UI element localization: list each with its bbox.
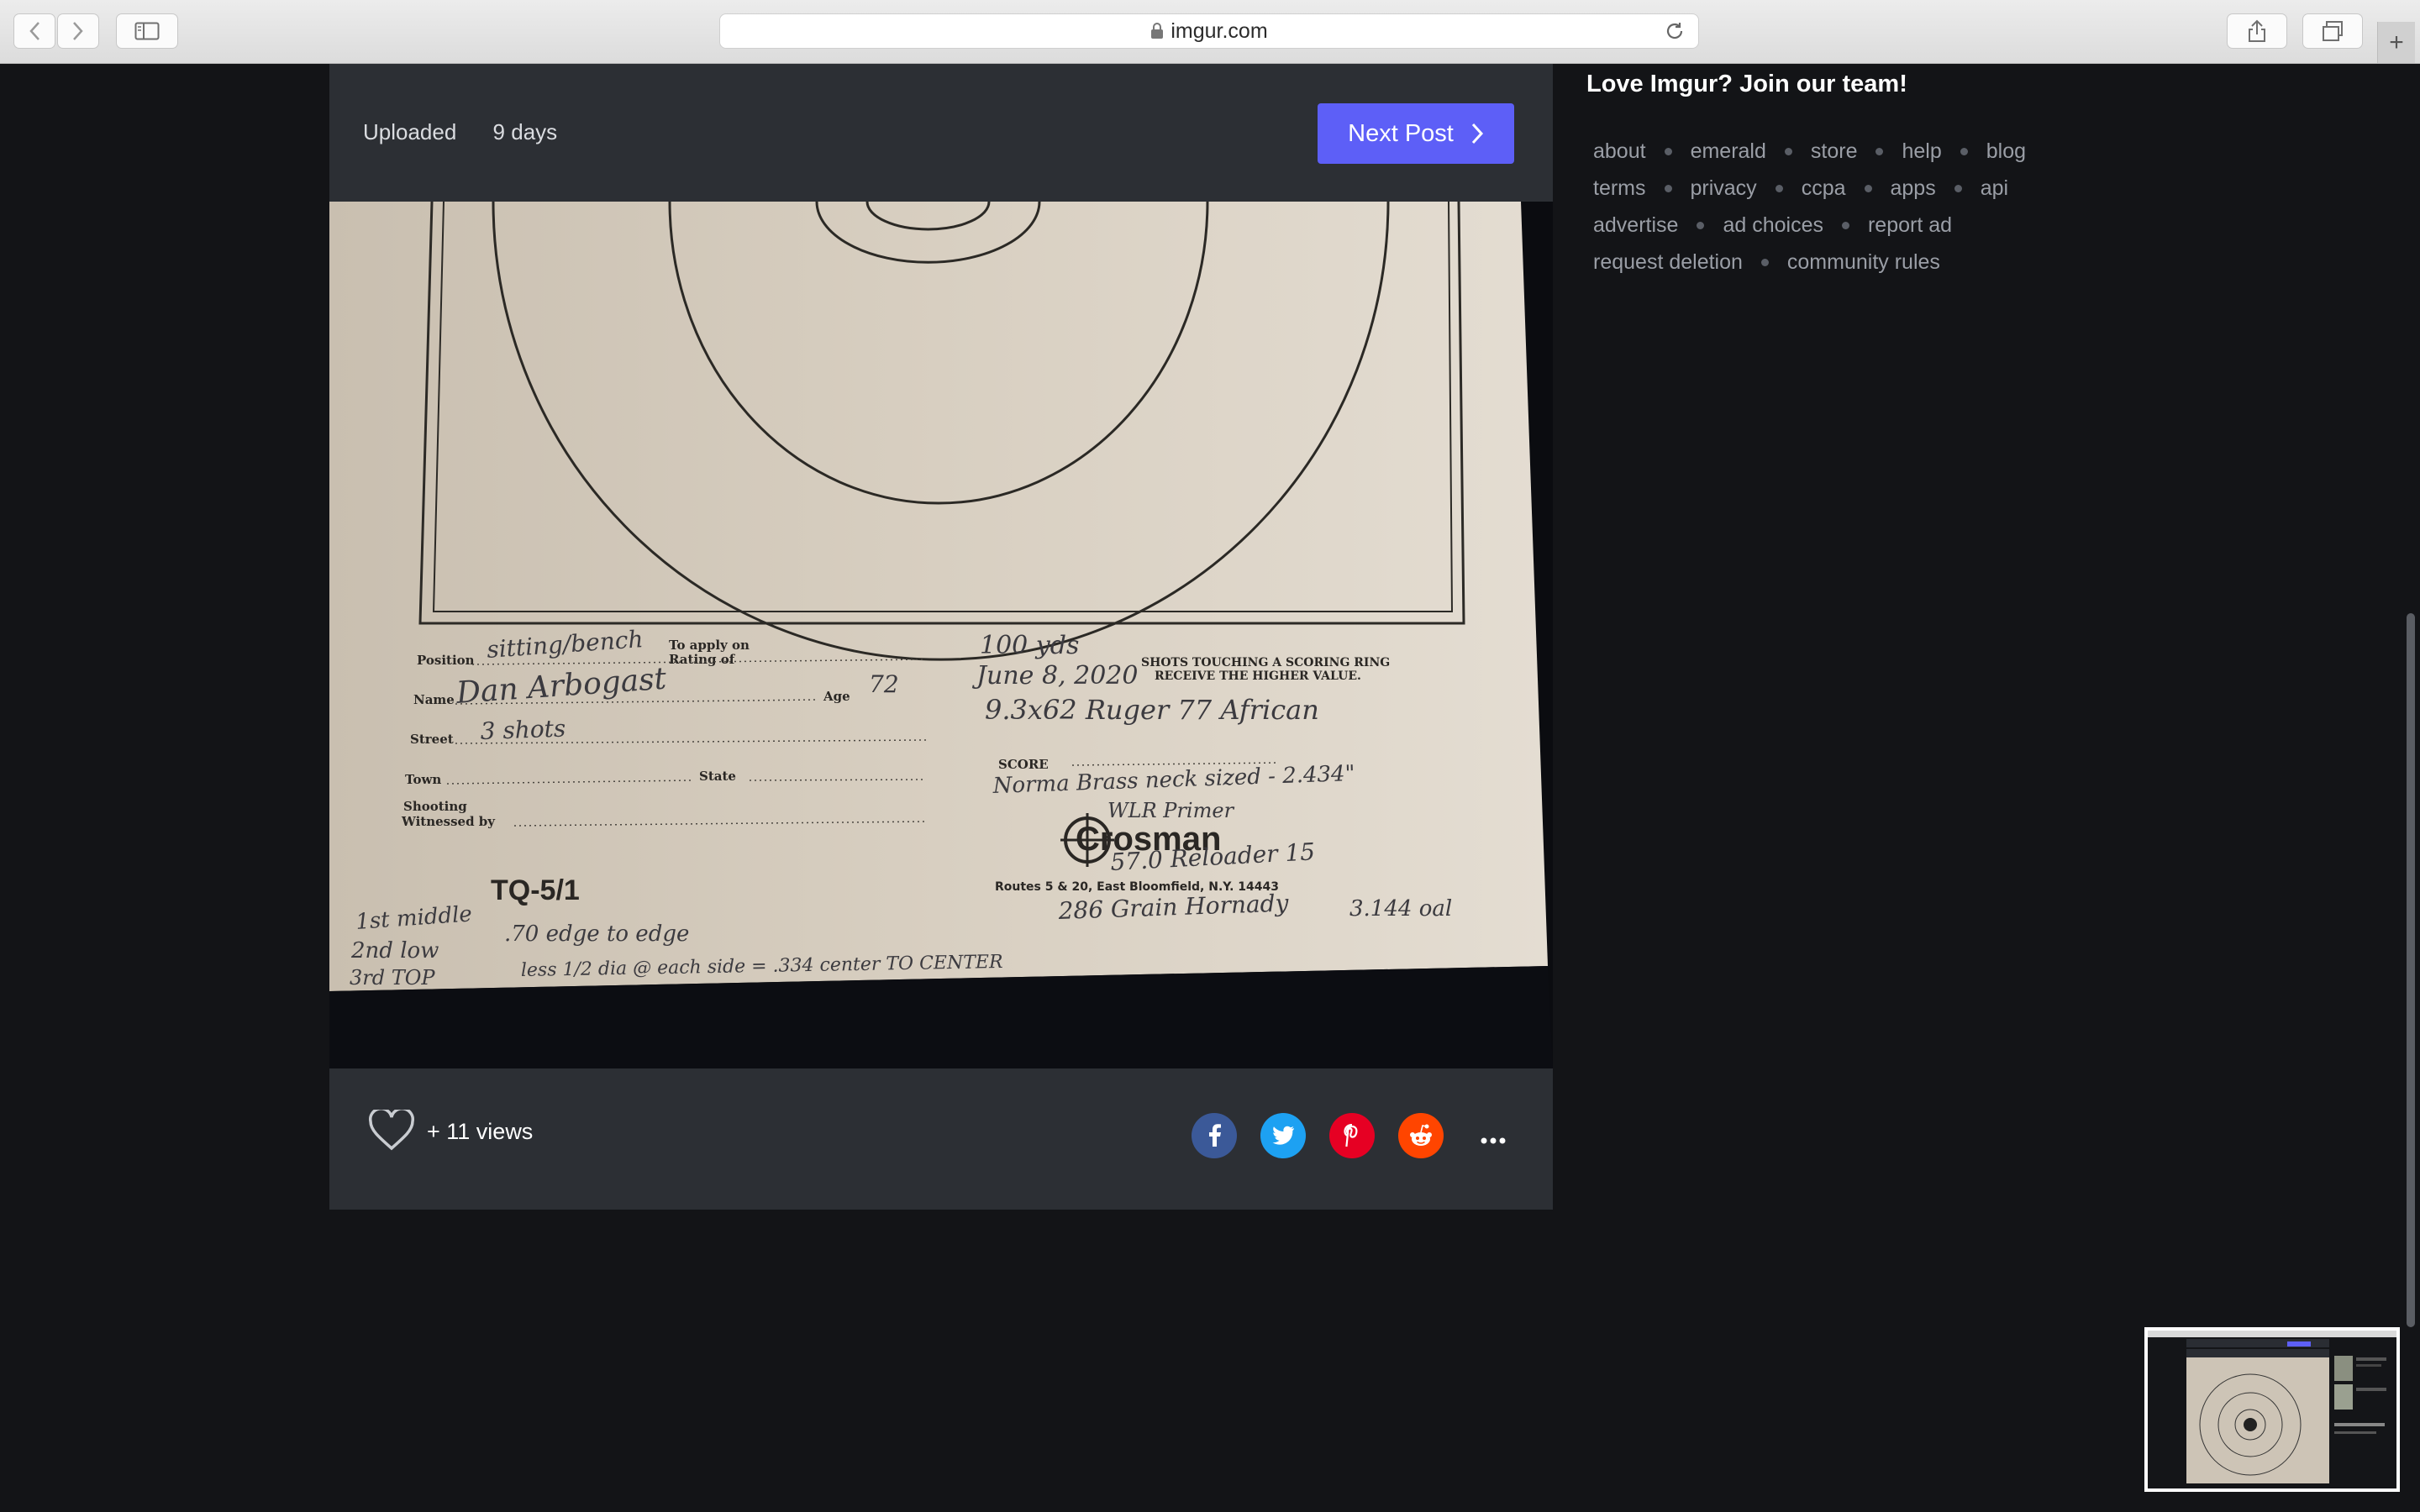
position-label: Position xyxy=(417,653,475,668)
facebook-icon xyxy=(1209,1124,1221,1147)
chevron-right-icon xyxy=(73,22,83,40)
footer-links-row: terms privacy ccpa apps api xyxy=(1593,170,2026,207)
post-meta: Uploaded 9 days xyxy=(363,119,557,145)
witnessed-label: Witnessed by xyxy=(401,814,496,829)
link-report-ad[interactable]: report ad xyxy=(1868,213,1952,238)
uploaded-age: 9 days xyxy=(492,119,558,144)
target-sheet-photo: Position To apply on Rating of Name Age … xyxy=(329,202,1553,1068)
link-separator xyxy=(1697,221,1705,229)
new-tab-button[interactable]: + xyxy=(2377,22,2415,63)
oal-value: 3.144 oal xyxy=(1349,896,1452,921)
link-advertise[interactable]: advertise xyxy=(1593,213,1678,238)
link-terms[interactable]: terms xyxy=(1593,176,1646,201)
street-label: Street xyxy=(410,732,454,747)
form-code: TQ-5/1 xyxy=(491,874,580,906)
ellipsis-icon xyxy=(1481,1137,1506,1144)
shot-note-3: 3rd TOP xyxy=(350,966,435,990)
facebook-share-button[interactable] xyxy=(1192,1113,1237,1158)
reload-icon[interactable] xyxy=(1665,21,1685,47)
sidebar-toggle-button[interactable] xyxy=(116,13,178,49)
pinterest-share-button[interactable] xyxy=(1329,1113,1375,1158)
post-footer: + 11 views xyxy=(329,1068,1553,1210)
chevron-left-icon xyxy=(29,22,39,40)
rating-label: Rating of xyxy=(669,652,736,667)
sidebar-icon xyxy=(134,22,160,40)
forward-button[interactable] xyxy=(57,13,99,49)
shooting-label: Shooting xyxy=(403,799,467,814)
state-label: State xyxy=(699,769,736,784)
link-separator xyxy=(1784,147,1792,155)
link-separator xyxy=(1864,184,1872,192)
link-store[interactable]: store xyxy=(1811,139,1858,164)
link-apps[interactable]: apps xyxy=(1891,176,1936,201)
thumbnail-preview-image xyxy=(2148,1331,2396,1488)
name-label: Name xyxy=(413,692,455,707)
next-post-button[interactable]: Next Post xyxy=(1318,103,1514,164)
heart-icon[interactable] xyxy=(368,1110,415,1152)
share-icon xyxy=(2249,19,2265,42)
rifle-value: 9.3x62 Ruger 77 African xyxy=(985,694,1319,726)
link-privacy[interactable]: privacy xyxy=(1691,176,1757,201)
link-separator xyxy=(1664,147,1672,155)
date-value: June 8, 2020 xyxy=(971,661,1138,690)
link-separator xyxy=(1960,147,1968,155)
link-ccpa[interactable]: ccpa xyxy=(1802,176,1846,201)
link-separator xyxy=(1664,184,1672,192)
town-label: Town xyxy=(405,772,441,787)
browser-toolbar: imgur.com + xyxy=(0,0,2420,64)
distance-value: 100 yds xyxy=(980,631,1079,660)
link-blog[interactable]: blog xyxy=(1986,139,2026,164)
join-team-heading[interactable]: Love Imgur? Join our team! xyxy=(1586,71,1907,98)
shots-notice-line-2: RECEIVE THE HIGHER VALUE. xyxy=(1155,669,1361,683)
pinterest-icon xyxy=(1344,1124,1358,1147)
footer-links: about emerald store help blog terms priv… xyxy=(1593,133,2026,281)
footer-links-row: about emerald store help blog xyxy=(1593,133,2026,170)
age-value: 72 xyxy=(869,670,899,698)
url-text: imgur.com xyxy=(1171,18,1268,43)
view-count: + 11 views xyxy=(427,1119,534,1144)
street-value: 3 shots xyxy=(480,714,566,745)
post-header: Uploaded 9 days Next Post xyxy=(329,64,1553,202)
link-community-rules[interactable]: community rules xyxy=(1787,250,1940,275)
apply-label: To apply on xyxy=(669,638,750,653)
page-scrollbar[interactable] xyxy=(2407,613,2415,1327)
group-edge-note: .70 edge to edge xyxy=(504,921,689,947)
link-request-deletion[interactable]: request deletion xyxy=(1593,250,1743,275)
reddit-share-button[interactable] xyxy=(1398,1113,1444,1158)
reddit-icon xyxy=(1410,1124,1432,1146)
link-about[interactable]: about xyxy=(1593,139,1646,164)
lock-icon xyxy=(1150,23,1164,39)
link-emerald[interactable]: emerald xyxy=(1691,139,1766,164)
shots-notice-line-1: SHOTS TOUCHING A SCORING RING xyxy=(1141,656,1390,669)
tabs-icon xyxy=(2323,21,2343,41)
twitter-share-button[interactable] xyxy=(1260,1113,1306,1158)
shot-note-2: 2nd low xyxy=(350,938,439,963)
more-options-button[interactable] xyxy=(1481,1119,1506,1152)
link-api[interactable]: api xyxy=(1981,176,2008,201)
screenshot-thumbnail[interactable] xyxy=(2144,1327,2400,1492)
next-post-label: Next Post xyxy=(1348,119,1454,147)
twitter-icon xyxy=(1272,1126,1294,1145)
footer-links-row: advertise ad choices report ad xyxy=(1593,207,2026,244)
age-label: Age xyxy=(823,689,850,704)
post-image[interactable]: Position To apply on Rating of Name Age … xyxy=(329,202,1553,1068)
link-separator xyxy=(1841,221,1849,229)
chevron-right-icon xyxy=(1471,123,1483,144)
link-ad-choices[interactable]: ad choices xyxy=(1723,213,1823,238)
tabs-overview-button[interactable] xyxy=(2302,13,2363,49)
link-separator xyxy=(1760,258,1769,266)
link-help[interactable]: help xyxy=(1902,139,1941,164)
footer-links-row: request deletion community rules xyxy=(1593,244,2026,281)
uploaded-label: Uploaded xyxy=(363,119,457,144)
address-bar[interactable]: imgur.com xyxy=(719,13,1699,49)
back-button[interactable] xyxy=(13,13,55,49)
primer-value: WLR Primer xyxy=(1107,799,1235,822)
link-separator xyxy=(1876,147,1884,155)
link-separator xyxy=(1954,184,1962,192)
link-separator xyxy=(1775,184,1783,192)
score-label: SCORE xyxy=(998,757,1049,772)
share-browser-button[interactable] xyxy=(2227,13,2287,49)
